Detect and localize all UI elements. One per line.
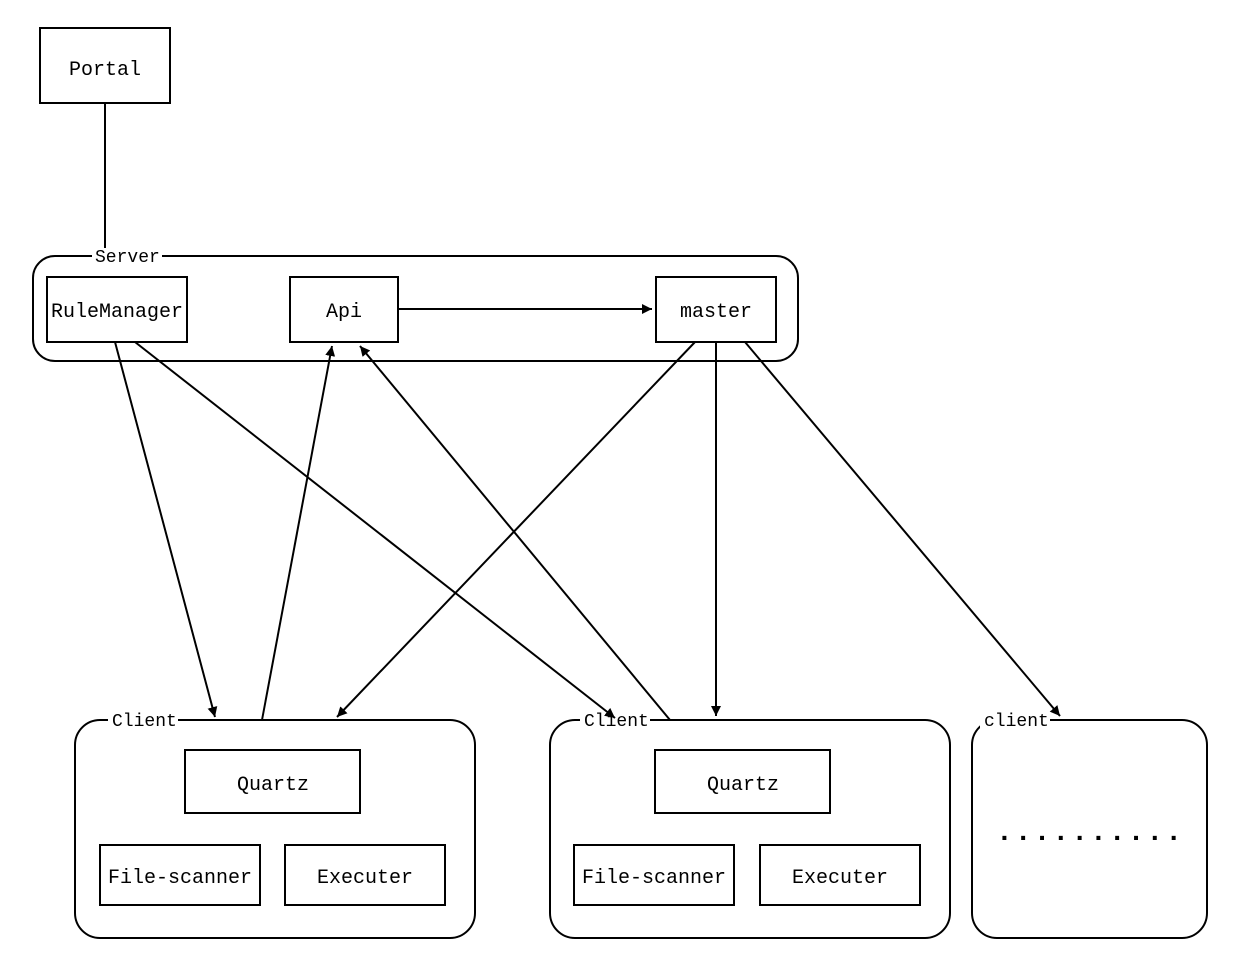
node-rule-manager: RuleManager [47, 277, 187, 342]
node-executer-1: Executer [285, 845, 445, 905]
label-master: master [680, 301, 752, 324]
label-ellipsis: .......... [996, 818, 1184, 849]
label-rule-manager: RuleManager [51, 301, 183, 324]
node-api: Api [290, 277, 398, 342]
label-client3-group: client [984, 712, 1049, 732]
node-filescanner-1: File-scanner [100, 845, 260, 905]
label-executer-1: Executer [317, 867, 413, 890]
label-portal: Portal [69, 59, 141, 82]
label-executer-2: Executer [792, 867, 888, 890]
edge-client1-api [262, 346, 332, 720]
node-filescanner-2: File-scanner [574, 845, 734, 905]
edge-master-client1 [337, 342, 695, 717]
label-quartz-2: Quartz [707, 774, 779, 797]
edge-master-client3 [745, 342, 1060, 716]
edge-rulemanager-client2 [135, 342, 615, 718]
label-filescanner-2: File-scanner [582, 867, 726, 890]
label-client1-group: Client [112, 712, 177, 732]
group-client-3: client .......... [972, 712, 1207, 938]
label-filescanner-1: File-scanner [108, 867, 252, 890]
label-quartz-1: Quartz [237, 774, 309, 797]
label-client2-group: Client [584, 712, 649, 732]
label-api: Api [326, 301, 362, 324]
node-executer-2: Executer [760, 845, 920, 905]
node-master: master [656, 277, 776, 342]
label-server-group: Server [95, 248, 160, 268]
edge-rulemanager-client1 [115, 342, 215, 717]
edge-client2-api [360, 346, 670, 720]
node-quartz-2: Quartz [655, 750, 830, 813]
node-quartz-1: Quartz [185, 750, 360, 813]
node-portal: Portal [40, 28, 170, 103]
